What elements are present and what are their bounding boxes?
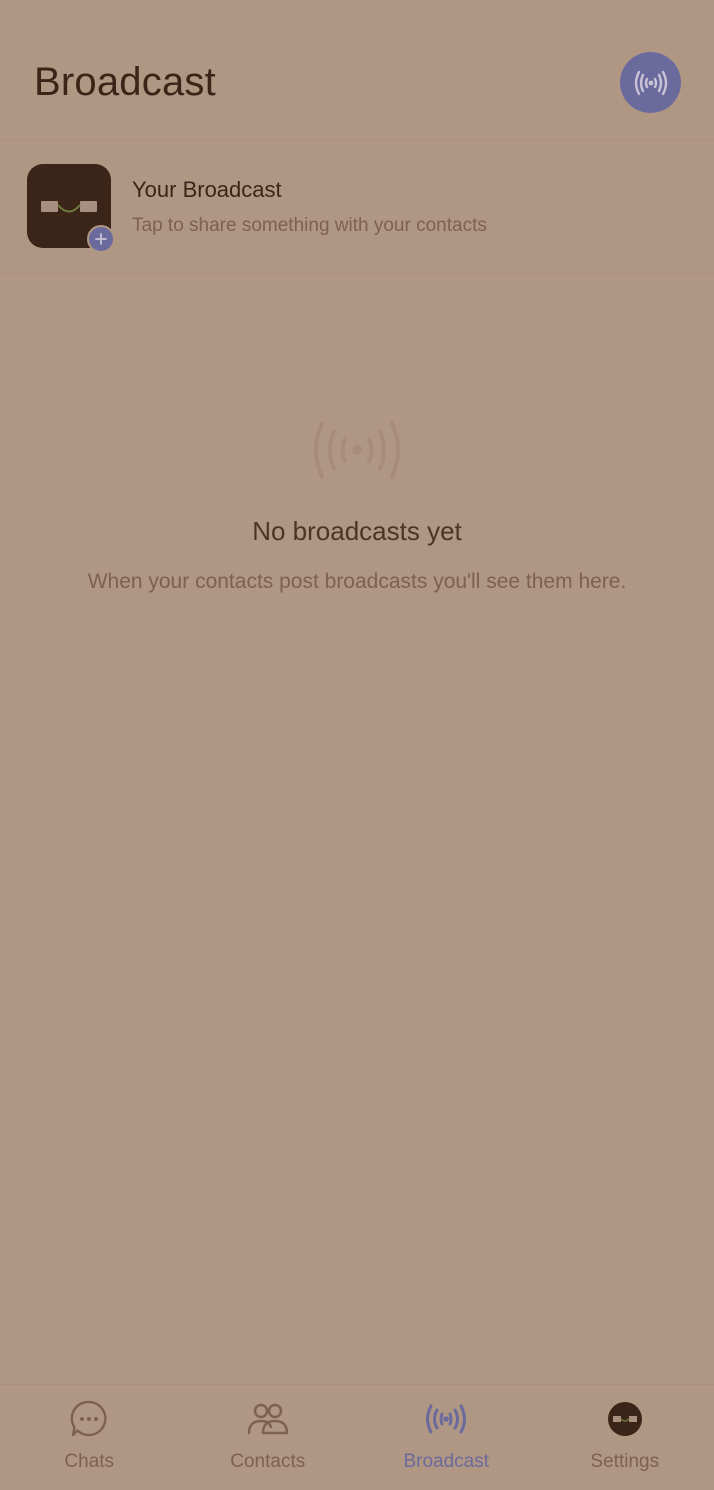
app-root: Broadcast Your Broadcast Tap to share so… bbox=[0, 0, 714, 1490]
nav-item-settings[interactable]: Settings bbox=[536, 1385, 714, 1490]
nav-label-settings: Settings bbox=[590, 1451, 660, 1472]
nav-label-chats: Chats bbox=[64, 1451, 115, 1472]
plus-icon bbox=[87, 225, 115, 253]
page-title: Broadcast bbox=[34, 60, 216, 104]
nav-item-chats[interactable]: Chats bbox=[0, 1385, 179, 1490]
contacts-icon bbox=[247, 1403, 288, 1435]
nav-label-broadcast: Broadcast bbox=[403, 1451, 490, 1472]
your-broadcast-row[interactable]: Your Broadcast Tap to share something wi… bbox=[0, 141, 714, 274]
chat-bubble-icon bbox=[70, 1400, 107, 1437]
your-broadcast-subtitle: Tap to share something with your contact… bbox=[132, 215, 487, 236]
nav-item-contacts[interactable]: Contacts bbox=[179, 1385, 358, 1490]
broadcast-icon bbox=[426, 1404, 467, 1434]
header: Broadcast bbox=[0, 0, 714, 140]
avatar-icon bbox=[607, 1402, 642, 1436]
broadcast-icon bbox=[634, 70, 667, 95]
your-broadcast-title: Your Broadcast bbox=[132, 177, 282, 202]
nav-label-contacts: Contacts bbox=[230, 1451, 306, 1472]
bottom-nav: Chats Contacts Broadcast Settings bbox=[0, 1384, 714, 1490]
nav-item-broadcast[interactable]: Broadcast bbox=[357, 1385, 536, 1490]
new-broadcast-button[interactable] bbox=[620, 52, 681, 113]
empty-state-description: When your contacts post broadcasts you'l… bbox=[87, 570, 627, 593]
broadcast-icon bbox=[314, 421, 400, 479]
empty-state-title: No broadcasts yet bbox=[252, 516, 462, 546]
